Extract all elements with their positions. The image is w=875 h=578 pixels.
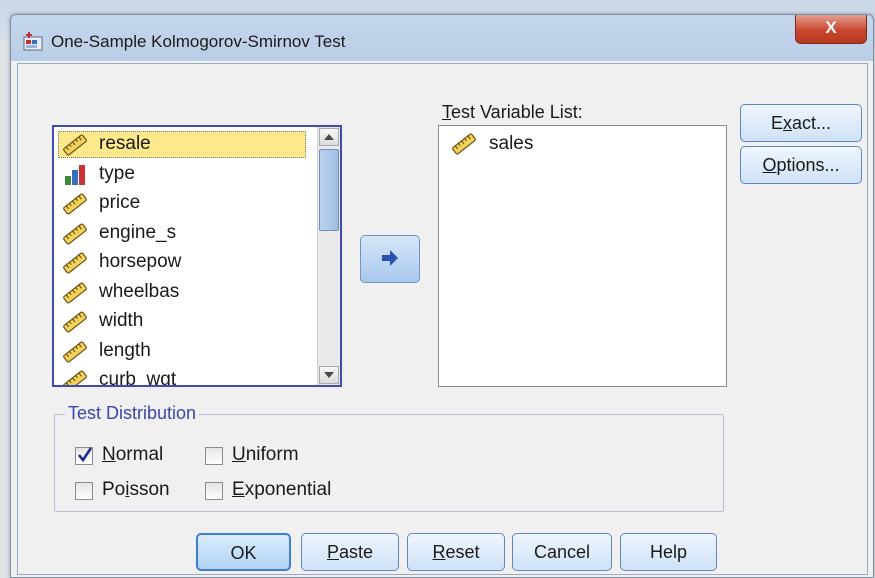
title-bar[interactable]: One-Sample Kolmogorov-Smirnov Test X — [11, 15, 873, 65]
uniform-checkbox[interactable] — [205, 447, 223, 465]
source-variable-item[interactable]: engine_s — [56, 218, 316, 248]
exact-label-part: E — [770, 113, 783, 133]
source-variable-item[interactable]: length — [56, 336, 316, 366]
dialog-app-icon — [23, 32, 43, 51]
scroll-down-button[interactable] — [319, 366, 339, 384]
source-variable-item[interactable]: resale — [56, 129, 316, 159]
move-to-test-list-button[interactable] — [360, 235, 420, 283]
source-variable-label: horsepow — [99, 251, 182, 272]
source-variable-label: resale — [99, 133, 151, 154]
poisson-label-text: Po — [102, 479, 126, 500]
poisson-checkbox[interactable] — [75, 482, 93, 500]
normal-label[interactable]: Normal — [102, 444, 163, 466]
selection-highlight — [58, 131, 306, 158]
source-variable-label: wheelbas — [99, 280, 180, 302]
dialog-title: One-Sample Kolmogorov-Smirnov Test — [51, 32, 346, 51]
normal-checkbox[interactable] — [75, 447, 93, 465]
right-arrow-icon — [382, 250, 398, 266]
paste-mnemonic: P — [326, 542, 339, 562]
source-variable-label: engine_s — [99, 221, 177, 243]
cancel-button[interactable]: Cancel — [512, 533, 612, 571]
normal-label-text: ormal — [115, 444, 164, 465]
close-button[interactable]: X — [795, 15, 867, 44]
poisson-label[interactable]: Poisson — [102, 479, 170, 501]
help-button[interactable]: Help — [620, 533, 717, 571]
exact-mnemonic: x — [783, 113, 792, 133]
source-variable-items: resale type price engine_s horsepow wheelbas w… — [56, 129, 316, 387]
ks-test-dialog: One-Sample Kolmogorov-Smirnov Test X res… — [10, 14, 874, 578]
exponential-label-text: xponential — [244, 479, 332, 500]
normal-mnemonic: N — [102, 444, 116, 465]
scroll-up-button[interactable] — [319, 128, 339, 146]
test-distribution-title: Test Distribution — [65, 403, 200, 424]
paste-label-text: aste — [338, 542, 374, 562]
uniform-mnemonic: U — [232, 444, 246, 465]
exact-button[interactable]: Exact... — [740, 104, 862, 142]
source-list-scrollbar[interactable] — [317, 127, 340, 385]
test-variable-list[interactable]: sales — [438, 125, 727, 387]
label-mnemonic: T — [442, 102, 451, 122]
source-variable-item[interactable]: width — [56, 306, 316, 336]
scale-ruler-icon — [452, 133, 476, 155]
test-variable-list-label: Test Variable List: — [442, 102, 583, 123]
scale-ruler-icon — [63, 134, 87, 156]
scale-ruler-icon — [63, 193, 87, 215]
scale-ruler-icon — [63, 370, 87, 385]
source-variable-item[interactable]: wheelbas — [56, 277, 316, 307]
dialog-body: resale type price engine_s horsepow wheelbas w… — [17, 63, 868, 575]
reset-label-text: eset — [445, 542, 480, 562]
label-text: est Variable List: — [451, 102, 583, 122]
checkmark-icon — [77, 447, 93, 463]
source-variable-label: price — [99, 192, 141, 213]
options-mnemonic: O — [762, 155, 777, 175]
source-variable-label: length — [99, 339, 151, 361]
reset-mnemonic: R — [432, 542, 446, 562]
source-variable-list[interactable]: resale type price engine_s horsepow wheelbas w… — [52, 125, 342, 387]
scale-ruler-icon — [63, 252, 87, 274]
ok-button[interactable]: OK — [196, 533, 291, 571]
options-label-part: ptions... — [776, 155, 840, 175]
source-variable-label: width — [99, 310, 144, 331]
test-variable-label: sales — [489, 133, 534, 154]
source-variable-item[interactable]: type — [56, 159, 316, 189]
options-button[interactable]: Options... — [740, 146, 862, 184]
test-distribution-group: Test Distribution Normal Uniform Poisson… — [54, 403, 724, 512]
source-variable-item[interactable]: horsepow — [56, 247, 316, 277]
uniform-label[interactable]: Uniform — [232, 444, 299, 466]
exponential-label[interactable]: Exponential — [232, 479, 331, 501]
source-variable-label: type — [99, 162, 135, 184]
scale-ruler-icon — [63, 311, 87, 333]
exact-label-part: act... — [792, 113, 832, 133]
reset-button[interactable]: Reset — [407, 533, 505, 571]
uniform-label-text: niform — [245, 444, 299, 465]
exponential-mnemonic: E — [232, 479, 245, 500]
bar-nominal-icon — [65, 164, 85, 185]
poisson-label-text: sson — [129, 479, 170, 500]
scale-ruler-icon — [63, 222, 87, 245]
scale-ruler-icon — [63, 340, 87, 363]
scroll-thumb[interactable] — [319, 149, 339, 231]
paste-button[interactable]: Paste — [301, 533, 399, 571]
scale-ruler-icon — [63, 281, 87, 304]
exponential-checkbox[interactable] — [205, 482, 223, 500]
source-variable-label: curb_wgt — [99, 369, 177, 387]
source-variable-item[interactable]: curb_wgt — [56, 365, 316, 387]
source-variable-item[interactable]: price — [56, 188, 316, 218]
